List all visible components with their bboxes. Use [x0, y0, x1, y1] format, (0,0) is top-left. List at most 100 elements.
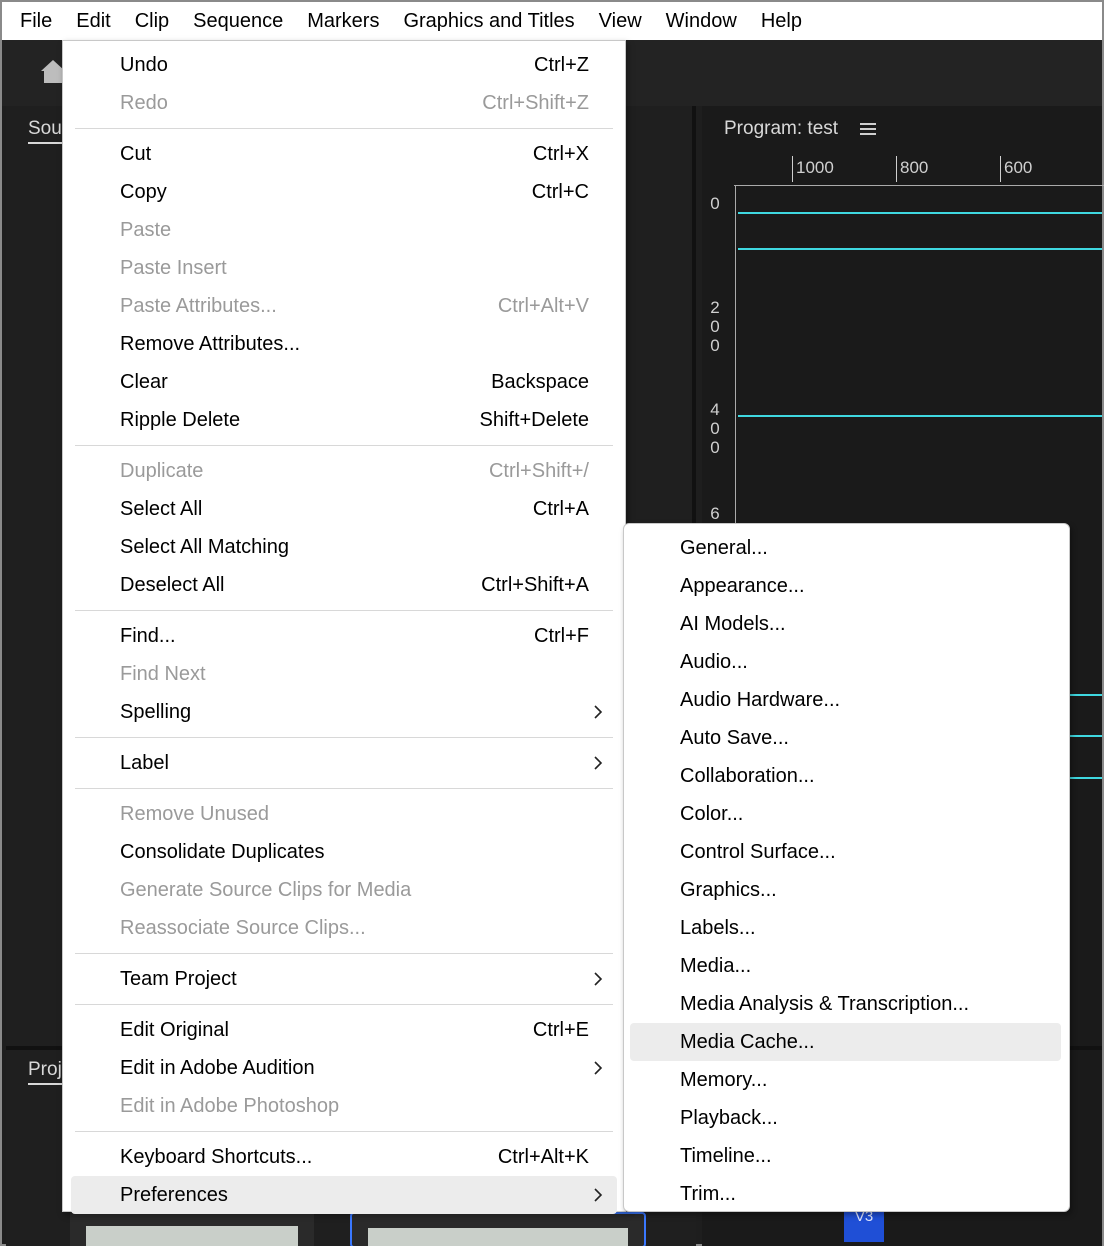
ruler-label: 0	[710, 194, 720, 213]
menu-item-label: Generate Source Clips for Media	[120, 879, 412, 901]
menu-item-label: Auto Save...	[680, 727, 789, 749]
menu-item-cut[interactable]: Cut Ctrl+X	[71, 135, 617, 173]
chevron-right-icon	[594, 1061, 603, 1075]
menu-item-label: Reassociate Source Clips...	[120, 917, 366, 939]
menu-item-label: Edit Original	[120, 1019, 229, 1041]
menu-item-shortcut: Ctrl+Shift+/	[488, 460, 589, 482]
menu-item-consolidate-duplicates[interactable]: Consolidate Duplicates	[71, 833, 617, 871]
menu-item-find-next[interactable]: Find Next	[71, 655, 617, 693]
pref-item-playback[interactable]: Playback...	[630, 1099, 1061, 1137]
menu-item-label: Paste	[120, 219, 172, 241]
menu-item-label: Paste Attributes...	[120, 295, 277, 317]
pref-item-media-analysis-and-transcription[interactable]: Media Analysis & Transcription...	[630, 985, 1061, 1023]
menu-item-label: Memory...	[680, 1069, 768, 1091]
menu-graphics-and-titles[interactable]: Graphics and Titles	[391, 2, 586, 40]
pref-item-timeline[interactable]: Timeline...	[630, 1137, 1061, 1175]
menu-edit[interactable]: Edit	[64, 2, 123, 40]
clip-thumbnail-selected[interactable]	[350, 1212, 646, 1246]
menu-item-paste-attributes[interactable]: Paste Attributes... Ctrl+Alt+V	[71, 287, 617, 325]
guide-line	[738, 212, 1102, 214]
clip-thumbnail[interactable]	[70, 1212, 314, 1246]
menu-item-edit-original[interactable]: Edit Original Ctrl+E	[71, 1011, 617, 1049]
menu-item-label: Control Surface...	[680, 841, 836, 863]
menu-item-undo[interactable]: Undo Ctrl+Z	[71, 46, 617, 84]
pref-item-graphics[interactable]: Graphics...	[630, 871, 1061, 909]
menu-item-label: Find Next	[120, 663, 206, 685]
menu-item-label: Deselect All	[120, 574, 225, 596]
menu-item-label: Remove Unused	[120, 803, 269, 825]
menu-item-ripple-delete[interactable]: Ripple Delete Shift+Delete	[71, 401, 617, 439]
ruler-major-tick	[1000, 156, 1001, 182]
menu-item-label: Playback...	[680, 1107, 778, 1129]
menu-item-label: Audio Hardware...	[680, 689, 841, 711]
menu-item-clear[interactable]: Clear Backspace	[71, 363, 617, 401]
source-tab[interactable]: Sou	[28, 118, 62, 144]
menu-item-duplicate[interactable]: Duplicate Ctrl+Shift+/	[71, 452, 617, 490]
menu-window[interactable]: Window	[654, 2, 749, 40]
menu-item-remove-unused[interactable]: Remove Unused	[71, 795, 617, 833]
menu-bar: File Edit Clip Sequence Markers Graphics…	[2, 2, 1102, 40]
menu-item-shortcut: Ctrl+Alt+K	[497, 1146, 589, 1168]
pref-item-color[interactable]: Color...	[630, 795, 1061, 833]
project-tab[interactable]: Proj	[28, 1059, 62, 1085]
menu-item-label: Duplicate	[120, 460, 204, 482]
pref-item-media-cache[interactable]: Media Cache...	[630, 1023, 1061, 1061]
menu-item-edit-in-adobe-audition[interactable]: Edit in Adobe Audition	[71, 1049, 617, 1087]
pref-item-trim[interactable]: Trim...	[630, 1175, 1061, 1213]
menu-item-select-all[interactable]: Select All Ctrl+A	[71, 490, 617, 528]
menu-markers[interactable]: Markers	[295, 2, 391, 40]
pref-item-general[interactable]: General...	[630, 529, 1061, 567]
menu-item-label: Copy	[120, 181, 167, 203]
pref-item-collaboration[interactable]: Collaboration...	[630, 757, 1061, 795]
menu-clip[interactable]: Clip	[123, 2, 181, 40]
menu-item-paste[interactable]: Paste	[71, 211, 617, 249]
menu-item-spelling[interactable]: Spelling	[71, 693, 617, 731]
menu-item-preferences[interactable]: Preferences	[71, 1176, 617, 1214]
menu-item-reassociate-source-clips[interactable]: Reassociate Source Clips...	[71, 909, 617, 947]
menu-item-shortcut: Ctrl+A	[532, 498, 589, 520]
menu-item-find[interactable]: Find... Ctrl+F	[71, 617, 617, 655]
pref-item-appearance[interactable]: Appearance...	[630, 567, 1061, 605]
preferences-submenu: General... Appearance... AI Models... Audio…	[623, 523, 1070, 1212]
program-monitor-title[interactable]: Program: test	[724, 118, 838, 140]
menu-view[interactable]: View	[587, 2, 654, 40]
menu-item-copy[interactable]: Copy Ctrl+C	[71, 173, 617, 211]
menu-help[interactable]: Help	[749, 2, 814, 40]
pref-item-control-surface[interactable]: Control Surface...	[630, 833, 1061, 871]
menu-item-paste-insert[interactable]: Paste Insert	[71, 249, 617, 287]
menu-item-label[interactable]: Label	[71, 744, 617, 782]
panel-menu-icon[interactable]	[860, 122, 876, 136]
menu-item-keyboard-shortcuts[interactable]: Keyboard Shortcuts... Ctrl+Alt+K	[71, 1138, 617, 1176]
menu-item-deselect-all[interactable]: Deselect All Ctrl+Shift+A	[71, 566, 617, 604]
menu-item-redo[interactable]: Redo Ctrl+Shift+Z	[71, 84, 617, 122]
guide-line	[1068, 735, 1102, 737]
edit-menu: Undo Ctrl+Z Redo Ctrl+Shift+Z Cut Ctrl+X Copy C…	[62, 40, 626, 1214]
pref-item-audio-hardware[interactable]: Audio Hardware...	[630, 681, 1061, 719]
menu-separator	[75, 128, 613, 129]
menu-item-team-project[interactable]: Team Project	[71, 960, 617, 998]
menu-item-shortcut: Ctrl+E	[532, 1019, 589, 1041]
menu-file[interactable]: File	[8, 2, 64, 40]
menu-item-label: Redo	[120, 92, 168, 114]
pref-item-labels[interactable]: Labels...	[630, 909, 1061, 947]
pref-item-auto-save[interactable]: Auto Save...	[630, 719, 1061, 757]
menu-sequence[interactable]: Sequence	[181, 2, 295, 40]
ruler-label: 600	[1004, 158, 1033, 177]
menu-item-generate-source-clips-for-media[interactable]: Generate Source Clips for Media	[71, 871, 617, 909]
menu-separator	[75, 737, 613, 738]
menu-separator	[75, 610, 613, 611]
pref-item-media[interactable]: Media...	[630, 947, 1061, 985]
pref-item-ai-models[interactable]: AI Models...	[630, 605, 1061, 643]
pref-item-memory[interactable]: Memory...	[630, 1061, 1061, 1099]
menu-item-shortcut: Ctrl+C	[531, 181, 589, 203]
pref-item-audio[interactable]: Audio...	[630, 643, 1061, 681]
ruler-label: 800	[900, 158, 929, 177]
menu-item-remove-attributes[interactable]: Remove Attributes...	[71, 325, 617, 363]
menu-item-label: General...	[680, 537, 768, 559]
menu-item-label: AI Models...	[680, 613, 786, 635]
thumbnail-image	[368, 1228, 628, 1246]
menu-item-edit-in-adobe-photoshop[interactable]: Edit in Adobe Photoshop	[71, 1087, 617, 1125]
menu-item-shortcut: Ctrl+Alt+V	[497, 295, 589, 317]
menu-item-select-all-matching[interactable]: Select All Matching	[71, 528, 617, 566]
menu-item-label: Edit in Adobe Audition	[120, 1057, 315, 1079]
